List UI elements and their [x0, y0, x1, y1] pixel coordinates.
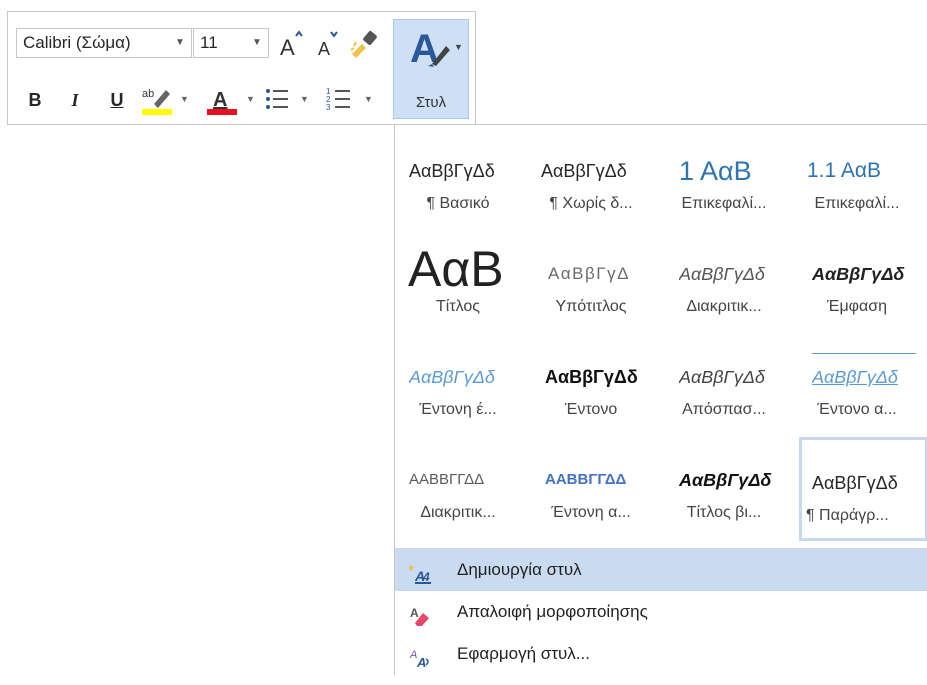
style-sample: ΑαΒβΓγΔδ — [679, 367, 765, 387]
style-sample: ΑΑΒΒΓΓΔΔ — [545, 471, 627, 488]
chevron-down-icon[interactable]: ▼ — [249, 29, 265, 57]
create-style-item[interactable]: A 4 Δημιουργία στυλ — [395, 549, 927, 591]
grow-font-icon[interactable]: A — [278, 30, 304, 60]
bold-button[interactable]: B — [24, 84, 46, 116]
style-no-spacing[interactable]: ΑαΒβΓγΔδ ¶ Χωρίς δ... — [528, 125, 658, 223]
create-style-icon: A 4 — [407, 559, 431, 584]
style-sample: ΑαΒβΓγΔ — [548, 264, 631, 283]
numbering-icon[interactable]: 1 2 3 — [326, 86, 352, 112]
font-size-combo[interactable]: 11 ▼ — [193, 28, 269, 58]
bullets-icon[interactable] — [264, 86, 290, 112]
style-intense-quote[interactable]: ΑαΒβΓγΔδ Έντονο α... — [794, 331, 924, 429]
eraser-icon: A — [409, 601, 431, 626]
svg-text:A: A — [318, 39, 330, 58]
font-name-value: Calibri (Σώμα) — [23, 33, 131, 52]
chevron-down-icon[interactable]: ▼ — [300, 94, 309, 104]
svg-text:A: A — [416, 655, 426, 669]
chevron-down-icon[interactable]: ▼ — [172, 29, 188, 57]
style-sample: ΑαΒβΓγΔδ — [409, 161, 495, 181]
style-name: Έντονη α... — [551, 504, 631, 521]
style-sample: ΑΑΒΒΓΓΔΔ — [409, 471, 485, 488]
style-heading-1[interactable]: 1 ΑαΒ Επικεφαλί... — [661, 125, 791, 223]
style-list-paragraph[interactable]: ΑαΒβΓγΔδ ¶ Παράγρ... — [799, 437, 927, 541]
clear-formatting-item[interactable]: A Απαλοιφή μορφοποίησης — [395, 591, 927, 633]
style-name: Διακριτικ... — [686, 298, 762, 315]
format-painter-icon[interactable] — [348, 28, 380, 60]
quote-rule-top — [812, 353, 916, 354]
chevron-down-icon[interactable]: ▼ — [246, 94, 255, 104]
style-name: Τίτλος βι... — [686, 504, 762, 521]
style-strong[interactable]: ΑαΒβΓγΔδ Έντονο — [528, 331, 658, 429]
style-name: ¶ Χωρίς δ... — [549, 195, 633, 212]
style-name: ¶ Παράγρ... — [806, 507, 889, 524]
style-sample: ΑαΒβΓγΔδ — [541, 161, 627, 181]
style-name: Επικεφαλί... — [814, 195, 900, 212]
style-sample: ΑαΒβΓγΔδ — [545, 367, 638, 387]
styles-label: Στυλ — [415, 94, 447, 111]
style-name: Έμφαση — [826, 298, 888, 315]
style-sample: 1 ΑαΒ — [679, 156, 752, 186]
apply-styles-icon: A A — [409, 643, 431, 670]
chevron-down-icon: ▼ — [454, 42, 463, 52]
style-sample: ΑαΒβΓγΔδ — [679, 264, 765, 284]
clear-formatting-label: Απαλοιφή μορφοποίησης — [457, 602, 648, 621]
style-intense-emphasis[interactable]: ΑαΒβΓγΔδ Έντονη έ... — [395, 331, 525, 429]
style-intense-reference[interactable]: ΑΑΒΒΓΓΔΔ Έντονη α... — [528, 434, 658, 532]
style-sample: ΑαΒβΓγΔδ — [812, 264, 905, 284]
mini-toolbar: Calibri (Σώμα) ▼ 11 ▼ A A B I U ab ▼ A ▼… — [7, 11, 476, 125]
style-name: ¶ Βασικό — [426, 195, 490, 212]
styles-dropdown: ΑαΒβΓγΔδ ¶ Βασικό ΑαΒβΓγΔδ ¶ Χωρίς δ... … — [394, 124, 927, 675]
style-name: Τίτλος — [435, 298, 480, 315]
style-sample: 1.1 ΑαΒ — [807, 159, 882, 182]
style-subtitle[interactable]: ΑαΒβΓγΔ Υπότιτλος — [528, 228, 658, 326]
apply-styles-item[interactable]: A A Εφαρμογή στυλ... — [395, 633, 927, 675]
style-normal[interactable]: ΑαΒβΓγΔδ ¶ Βασικό — [395, 125, 525, 223]
svg-text:3: 3 — [326, 103, 331, 112]
style-name: Απόσπασ... — [682, 401, 766, 418]
shrink-font-icon[interactable]: A — [314, 30, 340, 59]
style-heading-2[interactable]: 1.1 ΑαΒ Επικεφαλί... — [794, 125, 924, 223]
style-name: Έντονο — [564, 401, 618, 418]
style-sample: ΑαΒβΓγΔδ — [812, 367, 898, 387]
style-sample: ΑαΒβΓγΔδ — [679, 470, 772, 490]
style-name: Επικεφαλί... — [681, 195, 767, 212]
style-subtle-emphasis[interactable]: ΑαΒβΓγΔδ Διακριτικ... — [661, 228, 791, 326]
underline-button[interactable]: U — [106, 84, 128, 116]
style-name: Διακριτικ... — [420, 504, 496, 521]
style-sample: ΑαΒβΓγΔδ — [409, 367, 495, 387]
svg-text:A: A — [280, 35, 295, 58]
italic-button[interactable]: I — [64, 84, 86, 116]
chevron-down-icon[interactable]: ▼ — [364, 94, 373, 104]
apply-styles-label: Εφαρμογή στυλ... — [457, 644, 590, 663]
style-name: Υπότιτλος — [555, 298, 627, 315]
style-subtle-reference[interactable]: ΑΑΒΒΓΓΔΔ Διακριτικ... — [395, 434, 525, 532]
font-size-value: 11 — [200, 33, 218, 52]
styles-button[interactable]: A ▼ Στυλ — [393, 19, 469, 119]
svg-text:4: 4 — [422, 570, 430, 584]
style-quote[interactable]: ΑαΒβΓγΔδ Απόσπασ... — [661, 331, 791, 429]
create-style-label: Δημιουργία στυλ — [457, 560, 582, 579]
font-color-icon[interactable]: A — [206, 84, 238, 116]
svg-text:A: A — [410, 606, 419, 620]
highlight-icon[interactable]: ab — [140, 84, 174, 116]
style-book-title[interactable]: ΑαΒβΓγΔδ Τίτλος βι... — [661, 434, 791, 532]
font-name-combo[interactable]: Calibri (Σώμα) ▼ — [16, 28, 192, 58]
style-sample: ΑαΒ — [408, 246, 504, 296]
styles-icon: A — [410, 26, 458, 71]
chevron-down-icon[interactable]: ▼ — [180, 94, 189, 104]
style-emphasis[interactable]: ΑαΒβΓγΔδ Έμφαση — [794, 228, 924, 326]
svg-text:ab: ab — [142, 88, 154, 100]
style-title[interactable]: ΑαΒ Τίτλος — [395, 228, 525, 326]
style-sample: ΑαΒβΓγΔδ — [812, 473, 898, 493]
style-name: Έντονη έ... — [419, 401, 497, 418]
styles-gallery: ΑαΒβΓγΔδ ¶ Βασικό ΑαΒβΓγΔδ ¶ Χωρίς δ... … — [395, 125, 927, 547]
style-name: Έντονο α... — [817, 401, 897, 418]
svg-text:A: A — [213, 89, 227, 111]
